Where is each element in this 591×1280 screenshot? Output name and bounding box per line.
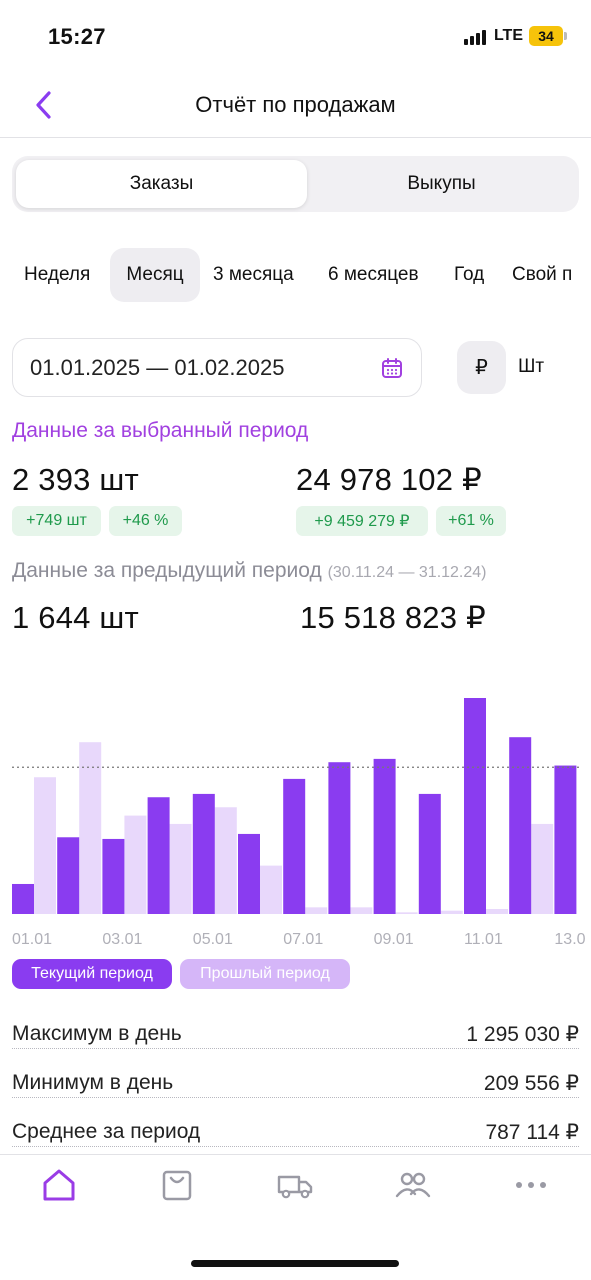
- bar-current-13.01: [554, 765, 577, 914]
- bar-previous-09.01: [395, 912, 418, 914]
- bar-previous-11.01: [486, 908, 508, 914]
- bar-current-12.01: [509, 737, 532, 914]
- bar-previous-06.01: [260, 865, 282, 914]
- x-tick-label: 01.01: [12, 931, 52, 948]
- signal-icon: [463, 27, 486, 45]
- period-week[interactable]: Неделя: [24, 248, 90, 302]
- tab-delivery[interactable]: [275, 1167, 315, 1203]
- currency-toggle-button[interactable]: ₽: [457, 341, 506, 394]
- current-qty: 2 393 шт: [12, 462, 139, 497]
- stat-max-label: Максимум в день: [12, 1022, 184, 1046]
- bar-current-09.01: [373, 758, 396, 914]
- qty-percent-badge: +46 %: [109, 506, 182, 536]
- period-custom[interactable]: Свой п: [512, 248, 572, 302]
- bar-previous-04.01: [169, 823, 192, 914]
- bar-current-06.01: [238, 833, 260, 914]
- x-tick-label: 09.01: [374, 931, 414, 948]
- x-tick-label: 13.0: [554, 931, 585, 948]
- bar-current-03.01: [102, 838, 125, 914]
- date-range-field[interactable]: 01.01.2025 — 01.02.2025: [12, 338, 422, 397]
- previous-sum: 15 518 823 ₽: [300, 600, 486, 635]
- segment-orders[interactable]: Заказы: [16, 160, 307, 208]
- bar-previous-05.01: [214, 807, 237, 914]
- sum-percent-badge: +61 %: [436, 506, 506, 536]
- bar-current-10.01: [418, 793, 441, 914]
- previous-period-range: (30.11.24 — 31.12.24): [327, 564, 487, 581]
- bar-current-08.01: [328, 762, 351, 914]
- bar-previous-12.01: [531, 823, 554, 914]
- period-6-months[interactable]: 6 месяцев: [328, 248, 419, 302]
- qty-delta-badge: +749 шт: [12, 506, 101, 536]
- previous-period-label: Данные за предыдущий период: [12, 559, 322, 582]
- page-title: Отчёт по продажам: [195, 92, 396, 117]
- orders-buyouts-switch: Заказы Выкупы: [12, 156, 579, 212]
- bar-current-05.01: [192, 793, 215, 914]
- period-3-months[interactable]: 3 месяца: [213, 248, 294, 302]
- dotted-leader: [12, 1097, 579, 1098]
- current-period-title: Данные за выбранный период: [12, 419, 309, 442]
- period-year[interactable]: Год: [454, 248, 484, 302]
- bar-current-11.01: [464, 698, 486, 914]
- x-tick-label: 07.01: [283, 931, 323, 948]
- battery-icon: 34: [529, 26, 567, 46]
- bar-current-04.01: [147, 797, 170, 914]
- status-indicators: LTE 34: [463, 26, 567, 46]
- bag-icon: [162, 1170, 192, 1201]
- status-time: 15:27: [48, 24, 106, 49]
- stat-min-value: 209 556 ₽: [481, 1071, 579, 1096]
- bar-current-07.01: [283, 778, 306, 914]
- previous-qty: 1 644 шт: [12, 600, 139, 635]
- tab-users[interactable]: [393, 1167, 433, 1203]
- legend-previous-period[interactable]: Прошлый период: [180, 959, 350, 989]
- tab-home[interactable]: [39, 1167, 79, 1203]
- bar-current-02.01: [57, 837, 80, 914]
- bar-previous-10.01: [440, 910, 463, 914]
- previous-period-title: Данные за предыдущий период (30.11.24 — …: [12, 559, 487, 583]
- bar-current-01.01: [12, 883, 34, 914]
- users-icon: [395, 1172, 431, 1198]
- date-range-value: 01.01.2025 — 01.02.2025: [30, 355, 285, 380]
- sales-bar-chart: 01.01 03.01 05.01 07.01 09.01 11.01 13.0: [12, 698, 586, 948]
- stat-min-row: Минимум в день 209 556 ₽: [12, 1063, 579, 1103]
- bar-previous-01.01: [34, 777, 56, 914]
- tab-more[interactable]: [511, 1167, 551, 1203]
- bar-previous-08.01: [350, 907, 373, 914]
- x-tick-label: 11.01: [464, 931, 503, 948]
- x-tick-label: 05.01: [193, 931, 233, 948]
- dotted-leader: [12, 1146, 579, 1147]
- segment-buyouts[interactable]: Выкупы: [308, 160, 575, 208]
- current-sum: 24 978 102 ₽: [296, 462, 482, 497]
- stat-avg-row: Среднее за период 787 114 ₽: [12, 1112, 579, 1152]
- bar-previous-02.01: [79, 742, 102, 914]
- network-label: LTE: [493, 27, 523, 44]
- stat-avg-value: 787 114 ₽: [483, 1120, 579, 1145]
- more-icon: [516, 1182, 546, 1188]
- calendar-icon[interactable]: [381, 357, 403, 379]
- x-tick-label: 03.01: [102, 931, 142, 948]
- period-selector: Неделя Месяц 3 месяца 6 месяцев Год Свой…: [0, 248, 591, 302]
- stat-avg-label: Среднее за период: [12, 1120, 203, 1144]
- truck-icon: [277, 1175, 313, 1199]
- status-bar: 15:27 LTE 34: [0, 0, 591, 76]
- sum-delta-badge: +9 459 279 ₽: [296, 506, 428, 536]
- bar-previous-07.01: [305, 907, 328, 914]
- home-icon: [43, 1169, 75, 1201]
- stat-max-row: Максимум в день 1 295 030 ₽: [12, 1014, 579, 1054]
- home-indicator: [191, 1260, 399, 1267]
- dotted-leader: [12, 1048, 579, 1049]
- legend-current-period[interactable]: Текущий период: [12, 959, 172, 989]
- stat-min-label: Минимум в день: [12, 1071, 176, 1095]
- tab-goods[interactable]: [157, 1167, 197, 1203]
- bar-previous-03.01: [124, 815, 147, 914]
- period-month[interactable]: Месяц: [110, 248, 200, 302]
- nav-bar: Отчёт по продажам: [0, 76, 591, 138]
- pieces-toggle-button[interactable]: Шт: [518, 356, 544, 378]
- stat-max-value: 1 295 030 ₽: [464, 1022, 579, 1047]
